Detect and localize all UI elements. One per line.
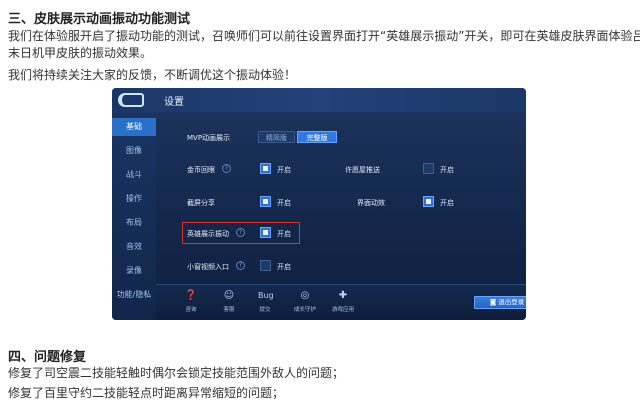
setting-label-gold: 金币回眼 [187,166,215,174]
hero-vibration-toggle-label: 开启 [277,230,291,238]
consult-button[interactable]: ❓ 咨询 [174,289,208,313]
gold-toggle-checkbox[interactable] [260,163,271,174]
help-icon[interactable]: ? [236,261,245,270]
ui-effects-toggle-checkbox[interactable] [423,196,434,207]
mvp-full-option[interactable]: 完整版 [297,131,337,143]
game-settings-screenshot: 设置 基础 图像 战斗 操作 布局 音效 录像 功能/隐私 MVP动画展示 精简… [112,88,526,320]
hero-vibration-toggle-checkbox[interactable] [260,227,271,238]
ui-effects-toggle-label: 开启 [440,199,454,207]
sidebar-item-sound[interactable]: 音效 [112,238,156,256]
wish-toggle-checkbox[interactable] [423,163,434,174]
settings-topbar: 设置 [112,88,526,112]
mvp-simple-option[interactable]: 精简版 [258,131,295,143]
back-icon[interactable] [118,93,144,107]
question-icon: ❓ [184,290,198,301]
service-icon: ☺ [223,290,235,301]
mvp-animation-label: MVP动画展示 [187,134,231,142]
mini-video-toggle-checkbox[interactable] [260,260,271,271]
setting-label-wish: 许愿屋推送 [345,166,380,174]
article: 三、皮肤展示动画振动功能测试 我们在体验服开启了振动功能的测试，召唤师们可以前往… [0,0,640,417]
setting-label-hero-vibration: 英雄展示振动 [187,230,229,238]
logout-icon: ◙ [489,298,499,306]
section-3-paragraph-line2: 末日机甲皮肤的振动效果。 [8,46,153,60]
section-3-paragraph-line1: 我们在体验服开启了振动功能的测试，召唤师们可以前往设置界面打开“英雄展示振动”开… [8,29,640,43]
growth-guard-button[interactable]: ◎ 成长守护 [288,289,322,313]
settings-bottom-bar: ❓ 咨询 ☺ 客服 Bug 提交 ◎ 成长守护 ✚ 游戏应用 ◙ 退出登录 [156,284,526,320]
sidebar-item-controls[interactable]: 操作 [112,190,156,208]
service-button[interactable]: ☺ 客服 [212,289,246,313]
settings-title: 设置 [164,97,184,108]
sidebar-item-combat[interactable]: 战斗 [112,166,156,184]
setting-label-ui-effects: 界面动效 [357,199,385,207]
settings-sidebar: 基础 图像 战斗 操作 布局 音效 录像 功能/隐私 [112,112,156,320]
guard-icon: ◎ [300,290,310,301]
setting-label-screenshot: 截屏分享 [187,199,215,207]
sidebar-item-basic[interactable]: 基础 [112,118,156,136]
help-icon[interactable]: ? [236,228,245,237]
wish-toggle-label: 开启 [440,166,454,174]
sidebar-item-replay[interactable]: 录像 [112,262,156,280]
screenshot-toggle-checkbox[interactable] [260,196,271,207]
fix-item-2: 修复了百里守约二技能轻点时距离异常缩短的问题； [8,386,285,400]
game-apps-button[interactable]: ✚ 游戏应用 [326,289,360,313]
bug-icon: Bug [258,291,274,300]
sidebar-item-graphics[interactable]: 图像 [112,142,156,160]
mini-video-toggle-label: 开启 [277,263,291,271]
bug-submit-button[interactable]: Bug 提交 [248,289,282,313]
fix-item-1: 修复了司空震二技能轻触时偶尔会锁定技能范围外敌人的问题； [8,366,345,380]
logout-button[interactable]: ◙ 退出登录 [474,296,526,309]
apps-icon: ✚ [338,290,348,301]
section-3-paragraph-2: 我们将持续关注大家的反馈，不断调优这个振动体验！ [8,68,297,82]
setting-label-mini-video: 小窗视频入口 [187,263,229,271]
section-3-title: 三、皮肤展示动画振动功能测试 [8,12,191,27]
gold-toggle-label: 开启 [277,166,291,174]
section-4-title: 四、问题修复 [8,350,87,365]
screenshot-toggle-label: 开启 [277,199,291,207]
help-icon[interactable]: ? [222,164,231,173]
sidebar-item-privacy[interactable]: 功能/隐私 [112,286,156,304]
sidebar-item-layout[interactable]: 布局 [112,214,156,232]
